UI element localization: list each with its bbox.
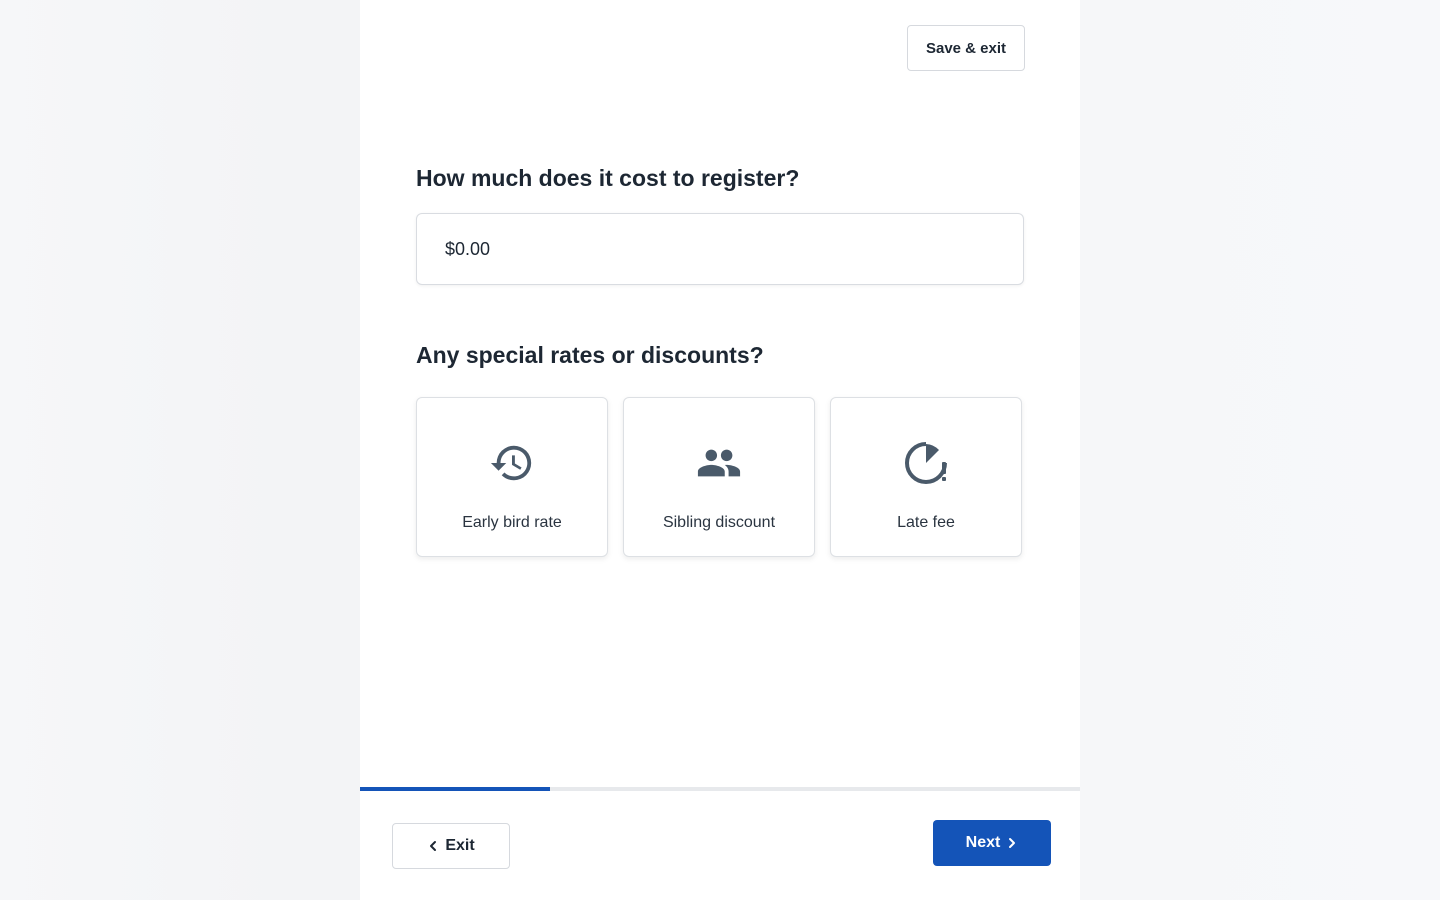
- discount-options: Early bird rate Sibling discount Late fe…: [416, 397, 1022, 557]
- exit-label: Exit: [445, 837, 475, 854]
- late-fee-label: Late fee: [897, 514, 955, 531]
- next-label: Next: [965, 834, 1001, 851]
- exit-button[interactable]: Exit: [392, 823, 510, 869]
- sibling-discount-card[interactable]: Sibling discount: [623, 397, 815, 557]
- cost-input-container: [416, 213, 1024, 285]
- clock-alert-icon: [903, 440, 949, 486]
- early-bird-rate-card[interactable]: Early bird rate: [416, 397, 608, 557]
- progress-bar: [360, 787, 1080, 791]
- history-icon: [489, 440, 535, 486]
- cost-question: How much does it cost to register?: [416, 165, 800, 191]
- save-and-exit-button[interactable]: Save & exit: [907, 25, 1025, 71]
- sibling-discount-label: Sibling discount: [662, 514, 776, 531]
- late-fee-card[interactable]: Late fee: [830, 397, 1022, 557]
- registration-panel: Save & exit How much does it cost to reg…: [360, 0, 1080, 900]
- next-button[interactable]: Next: [933, 820, 1051, 866]
- chevron-right-icon: [1006, 837, 1018, 849]
- progress-bar-fill: [360, 787, 551, 791]
- chevron-left-icon: [427, 840, 439, 852]
- cost-input[interactable]: [417, 214, 1023, 284]
- people-icon: [696, 440, 742, 486]
- discounts-question: Any special rates or discounts?: [416, 342, 764, 368]
- early-bird-rate-label: Early bird rate: [462, 514, 562, 531]
